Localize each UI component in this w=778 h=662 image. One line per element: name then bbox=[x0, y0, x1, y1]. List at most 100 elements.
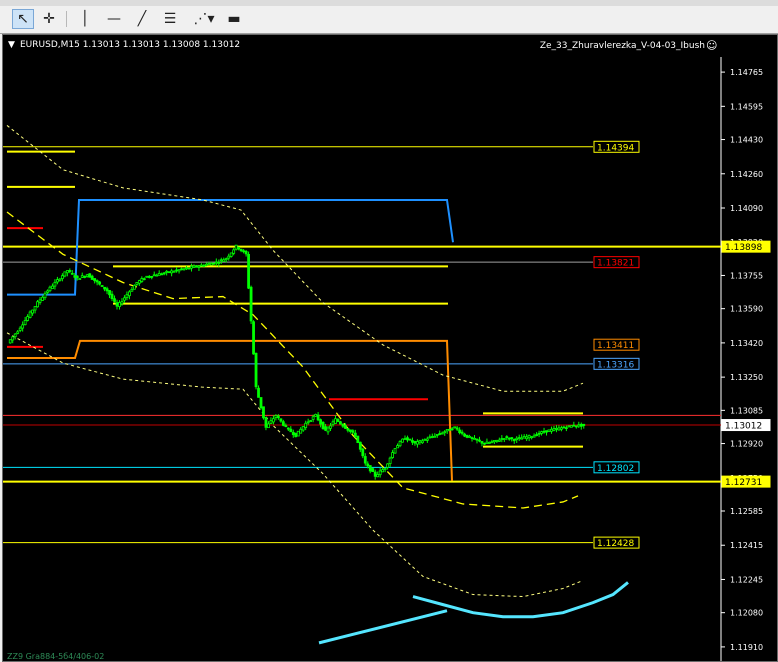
middle-dashed-curve bbox=[6, 211, 579, 509]
candle-body bbox=[222, 259, 226, 262]
candle-body bbox=[264, 417, 268, 428]
candle-body bbox=[465, 434, 469, 438]
candle-body bbox=[73, 275, 77, 278]
label-tool-icon[interactable]: ▬ bbox=[223, 9, 245, 29]
candle-body bbox=[13, 333, 17, 338]
candle-body bbox=[488, 442, 491, 444]
candle-body bbox=[63, 271, 67, 277]
candle-body bbox=[23, 319, 27, 326]
candle-body bbox=[448, 428, 452, 431]
candle-body bbox=[438, 433, 442, 435]
candle-body bbox=[227, 255, 231, 259]
candle-body bbox=[540, 431, 543, 434]
candle-body bbox=[463, 433, 466, 437]
price-axis-label: 1.12920 bbox=[730, 440, 763, 449]
candle-body bbox=[423, 438, 427, 441]
candle-body bbox=[336, 419, 340, 422]
trendline-tool-icon[interactable]: ╱ bbox=[131, 9, 153, 29]
candle-body bbox=[346, 428, 350, 431]
candle-body bbox=[214, 261, 218, 264]
smiley-icon: ☺ bbox=[706, 39, 717, 52]
candle-body bbox=[411, 440, 414, 443]
candle-body bbox=[458, 429, 462, 433]
candle-body bbox=[192, 265, 196, 268]
candle-body bbox=[455, 427, 459, 430]
candle-body bbox=[36, 301, 39, 308]
candle-body bbox=[8, 339, 12, 344]
candle-body bbox=[118, 302, 121, 307]
price-axis-label: 1.14260 bbox=[730, 170, 763, 179]
shapes-tool-icon[interactable]: ⋰▾ bbox=[189, 9, 219, 29]
candle-body bbox=[103, 286, 106, 290]
candle-body bbox=[165, 270, 169, 273]
candle-body bbox=[396, 445, 399, 449]
upper-dashed-curve bbox=[6, 125, 584, 392]
candle-body bbox=[75, 275, 79, 278]
candle-body bbox=[38, 299, 42, 303]
candle-body bbox=[170, 270, 174, 274]
candle-body bbox=[515, 437, 519, 440]
candle-body bbox=[224, 258, 228, 261]
candle-body bbox=[83, 276, 87, 278]
candle-body bbox=[532, 435, 536, 438]
candle-body bbox=[321, 421, 325, 430]
candle-body bbox=[180, 268, 183, 271]
candle-body bbox=[234, 244, 238, 250]
price-axis-label: 1.12415 bbox=[730, 541, 763, 550]
price-chart[interactable]: ▼ EURUSD,M15 1.13013 1.13013 1.13008 1.1… bbox=[3, 35, 777, 661]
candle-body bbox=[162, 272, 166, 275]
price-axis-label: 1.12245 bbox=[730, 575, 763, 584]
candle-body bbox=[443, 431, 447, 434]
chart-window[interactable]: ▼ EURUSD,M15 1.13013 1.13013 1.13008 1.1… bbox=[2, 34, 778, 662]
price-axis-label: 1.14090 bbox=[730, 204, 763, 213]
candle-body bbox=[522, 436, 526, 439]
candle-body bbox=[249, 286, 253, 322]
candle-body bbox=[48, 286, 52, 292]
candle-body bbox=[172, 270, 176, 273]
candle-body bbox=[435, 434, 439, 436]
candle-body bbox=[142, 278, 146, 281]
candle-body bbox=[460, 431, 464, 434]
candle-body bbox=[28, 311, 32, 318]
candle-body bbox=[123, 297, 126, 301]
candle-body bbox=[229, 252, 233, 257]
fibonacci-tool-icon[interactable]: ☰ bbox=[159, 9, 181, 29]
candle-body bbox=[473, 437, 476, 440]
candle-body bbox=[567, 425, 571, 428]
candle-body bbox=[68, 270, 72, 272]
candle-body bbox=[535, 434, 538, 436]
candle-body bbox=[239, 248, 243, 252]
candle-body bbox=[85, 274, 89, 277]
candle-body bbox=[331, 421, 335, 426]
candle-body bbox=[135, 282, 139, 285]
price-axis-label: 1.12080 bbox=[730, 609, 763, 618]
vertical-line-tool-icon[interactable]: │ bbox=[74, 9, 96, 29]
candle-body bbox=[341, 423, 345, 427]
candle-body bbox=[311, 416, 315, 420]
candle-body bbox=[130, 288, 134, 292]
candle-body bbox=[291, 431, 295, 436]
crosshair-tool-icon[interactable]: ✛ bbox=[38, 9, 60, 29]
chart-collapse-icon[interactable]: ▼ bbox=[8, 40, 15, 50]
candle-body bbox=[445, 429, 449, 432]
candle-body bbox=[401, 438, 404, 443]
candle-body bbox=[391, 452, 394, 458]
candle-body bbox=[65, 270, 69, 274]
price-axis-label: 1.11910 bbox=[730, 643, 763, 652]
candle-body bbox=[485, 441, 489, 444]
candle-body bbox=[299, 428, 303, 434]
candle-body bbox=[408, 438, 412, 441]
candle-body bbox=[289, 428, 293, 433]
candle-body bbox=[502, 438, 506, 440]
candle-body bbox=[475, 438, 479, 441]
candle-body bbox=[272, 418, 275, 423]
candle-body bbox=[478, 439, 481, 442]
candle-body bbox=[510, 437, 514, 440]
candle-body bbox=[217, 262, 221, 264]
candle-body bbox=[366, 463, 370, 467]
cursor-tool-icon[interactable]: ↖ bbox=[12, 9, 34, 29]
candle-body bbox=[132, 285, 136, 290]
horizontal-line-tool-icon[interactable]: — bbox=[103, 9, 125, 29]
candle-body bbox=[51, 285, 54, 290]
candle-body bbox=[425, 438, 429, 441]
